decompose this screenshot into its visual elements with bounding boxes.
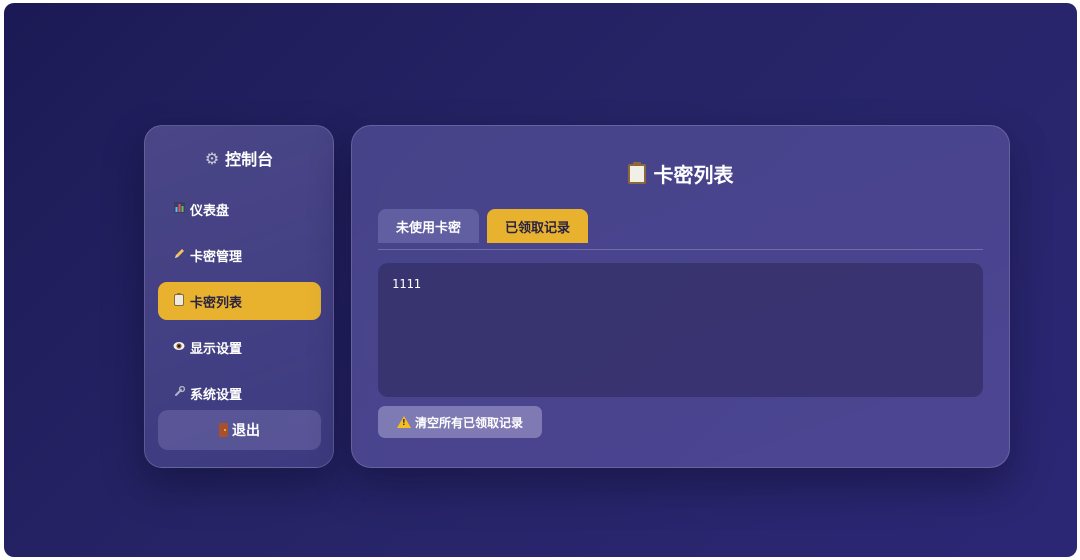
tab-divider <box>378 249 983 250</box>
logout-button[interactable]: 退出 <box>158 410 321 450</box>
gear-icon: ⚙ <box>204 148 220 168</box>
sidebar-item-label: 仪表盘 <box>190 203 230 219</box>
sidebar-item-card-management[interactable]: 卡密管理 <box>158 236 321 274</box>
logout-label: 退出 <box>232 423 260 439</box>
bar-chart-icon <box>172 202 186 216</box>
tab-unused-cards[interactable]: 未使用卡密 <box>378 209 479 243</box>
clipboard-icon <box>172 292 186 309</box>
tab-claimed-records[interactable]: 已领取记录 <box>487 209 588 243</box>
door-icon <box>219 423 228 437</box>
main-panel: 卡密列表 未使用卡密 已领取记录 1111 ! 清空所有已领取记录 <box>351 125 1010 468</box>
page-title-text: 卡密列表 <box>653 163 734 187</box>
sidebar-item-label: 系统设置 <box>190 387 243 403</box>
eye-icon <box>172 341 186 354</box>
clipboard-icon <box>627 161 646 184</box>
sidebar-item-label: 卡密列表 <box>190 295 243 311</box>
page-title: 卡密列表 <box>352 159 1009 188</box>
clear-button-label: 清空所有已领取记录 <box>414 415 523 430</box>
sidebar-item-label: 显示设置 <box>190 341 243 357</box>
sidebar-item-dashboard[interactable]: 仪表盘 <box>158 190 321 228</box>
sidebar: ⚙ 控制台 仪表盘 卡密管理 卡密列表 显示设置 系统设置 退出 <box>144 125 334 468</box>
wrench-icon <box>172 385 186 400</box>
claimed-records-box: 1111 <box>378 263 983 397</box>
clear-claimed-records-button[interactable]: ! 清空所有已领取记录 <box>378 406 542 438</box>
app-window: ⚙ 控制台 仪表盘 卡密管理 卡密列表 显示设置 系统设置 退出 卡密列表 未使… <box>4 3 1077 557</box>
sidebar-item-label: 卡密管理 <box>190 249 243 265</box>
pencil-icon <box>172 248 186 262</box>
sidebar-item-system-settings[interactable]: 系统设置 <box>158 374 321 412</box>
sidebar-title: ⚙ 控制台 <box>145 146 333 170</box>
sidebar-title-text: 控制台 <box>225 150 274 169</box>
sidebar-item-display-settings[interactable]: 显示设置 <box>158 328 321 366</box>
warning-icon: ! <box>396 416 411 428</box>
records-text: 1111 <box>392 277 421 291</box>
sidebar-item-card-list[interactable]: 卡密列表 <box>158 282 321 320</box>
